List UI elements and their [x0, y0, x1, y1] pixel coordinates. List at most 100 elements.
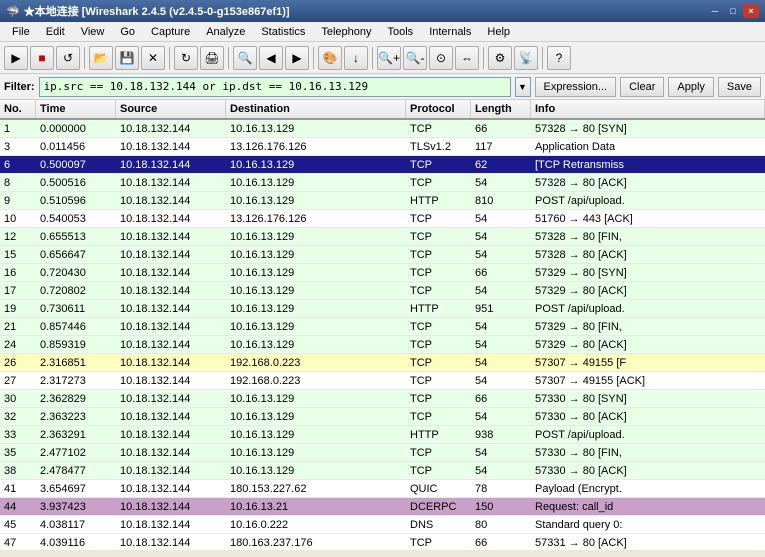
- table-row[interactable]: 413.65469710.18.132.144180.153.227.62QUI…: [0, 480, 765, 498]
- menu-item-view[interactable]: View: [73, 24, 113, 40]
- packet-info: POST /api/upload.: [531, 300, 765, 317]
- packet-source: 10.18.132.144: [116, 192, 226, 209]
- start-capture-button[interactable]: ▶: [4, 46, 28, 70]
- resize-columns-button[interactable]: ⇔: [455, 46, 479, 70]
- restart-capture-button[interactable]: ↺: [56, 46, 80, 70]
- packet-no: 45: [0, 516, 36, 533]
- close-file-button[interactable]: ✕: [141, 46, 165, 70]
- table-row[interactable]: 302.36282910.18.132.14410.16.13.129TCP66…: [0, 390, 765, 408]
- packet-time: 2.363291: [36, 426, 116, 443]
- save-filter-button[interactable]: Save: [718, 77, 761, 97]
- packet-info: Application Data: [531, 138, 765, 155]
- menu-item-telephony[interactable]: Telephony: [313, 24, 379, 40]
- table-row[interactable]: 190.73061110.18.132.14410.16.13.129HTTP9…: [0, 300, 765, 318]
- go-forward-button[interactable]: ▶: [285, 46, 309, 70]
- packet-destination: 10.16.13.129: [226, 408, 406, 425]
- table-row[interactable]: 60.50009710.18.132.14410.16.13.129TCP62[…: [0, 156, 765, 174]
- toolbar-separator-2: [169, 47, 170, 69]
- packet-length: 54: [471, 174, 531, 191]
- table-row[interactable]: 352.47710210.18.132.14410.16.13.129TCP54…: [0, 444, 765, 462]
- table-row[interactable]: 262.31685110.18.132.144192.168.0.223TCP5…: [0, 354, 765, 372]
- table-row[interactable]: 170.72080210.18.132.14410.16.13.129TCP54…: [0, 282, 765, 300]
- packet-destination: 10.16.13.129: [226, 156, 406, 173]
- toolbar-separator-5: [372, 47, 373, 69]
- table-row[interactable]: 332.36329110.18.132.14410.16.13.129HTTP9…: [0, 426, 765, 444]
- packet-time: 2.362829: [36, 390, 116, 407]
- col-header-length: Length: [471, 100, 531, 118]
- packet-info: 57328 → 80 [FIN,: [531, 228, 765, 245]
- menu-item-tools[interactable]: Tools: [380, 24, 422, 40]
- table-row[interactable]: 210.85744610.18.132.14410.16.13.129TCP54…: [0, 318, 765, 336]
- table-row[interactable]: 100.54005310.18.132.14413.126.176.126TCP…: [0, 210, 765, 228]
- zoom-out-button[interactable]: 🔍-: [403, 46, 427, 70]
- clear-button[interactable]: Clear: [620, 77, 664, 97]
- table-row[interactable]: 120.65551310.18.132.14410.16.13.129TCP54…: [0, 228, 765, 246]
- table-row[interactable]: 80.50051610.18.132.14410.16.13.129TCP545…: [0, 174, 765, 192]
- packet-protocol: TCP: [406, 120, 471, 137]
- menu-item-capture[interactable]: Capture: [143, 24, 198, 40]
- close-button[interactable]: ×: [743, 4, 759, 18]
- packet-time: 0.540053: [36, 210, 116, 227]
- table-row[interactable]: 382.47847710.18.132.14410.16.13.129TCP54…: [0, 462, 765, 480]
- packet-time: 2.478477: [36, 462, 116, 479]
- table-row[interactable]: 10.00000010.18.132.14410.16.13.129TCP665…: [0, 120, 765, 138]
- packet-source: 10.18.132.144: [116, 156, 226, 173]
- packet-destination: 10.16.13.21: [226, 498, 406, 515]
- save-button[interactable]: 💾: [115, 46, 139, 70]
- table-row[interactable]: 240.85931910.18.132.14410.16.13.129TCP54…: [0, 336, 765, 354]
- colorize-button[interactable]: 🎨: [318, 46, 342, 70]
- packet-protocol: QUIC: [406, 480, 471, 497]
- table-row[interactable]: 272.31727310.18.132.144192.168.0.223TCP5…: [0, 372, 765, 390]
- capture-interfaces-button[interactable]: 📡: [514, 46, 538, 70]
- packet-info: 57328 → 80 [ACK]: [531, 174, 765, 191]
- go-back-button[interactable]: ◀: [259, 46, 283, 70]
- filter-input[interactable]: [39, 77, 511, 97]
- table-row[interactable]: 322.36322310.18.132.14410.16.13.129TCP54…: [0, 408, 765, 426]
- capture-options-button[interactable]: ⚙: [488, 46, 512, 70]
- packet-info: 57329 → 80 [FIN,: [531, 318, 765, 335]
- packet-destination: 13.126.176.126: [226, 138, 406, 155]
- apply-button[interactable]: Apply: [668, 77, 714, 97]
- packet-protocol: TCP: [406, 462, 471, 479]
- menu-item-analyze[interactable]: Analyze: [198, 24, 253, 40]
- packet-time: 0.857446: [36, 318, 116, 335]
- packet-destination: 10.16.13.129: [226, 336, 406, 353]
- find-button[interactable]: 🔍: [233, 46, 257, 70]
- open-button[interactable]: 📂: [89, 46, 113, 70]
- table-row[interactable]: 150.65664710.18.132.14410.16.13.129TCP54…: [0, 246, 765, 264]
- table-row[interactable]: 474.03911610.18.132.144180.163.237.176TC…: [0, 534, 765, 550]
- packet-info: 57328 → 80 [SYN]: [531, 120, 765, 137]
- packet-no: 41: [0, 480, 36, 497]
- packet-protocol: TCP: [406, 390, 471, 407]
- table-row[interactable]: 160.72043010.18.132.14410.16.13.129TCP66…: [0, 264, 765, 282]
- packet-source: 10.18.132.144: [116, 372, 226, 389]
- minimize-button[interactable]: ─: [707, 4, 723, 18]
- help-button[interactable]: ?: [547, 46, 571, 70]
- menu-item-statistics[interactable]: Statistics: [253, 24, 313, 40]
- menu-item-edit[interactable]: Edit: [38, 24, 73, 40]
- menu-item-go[interactable]: Go: [112, 24, 143, 40]
- table-row[interactable]: 454.03811710.18.132.14410.16.0.222DNS80S…: [0, 516, 765, 534]
- table-row[interactable]: 30.01145610.18.132.14413.126.176.126TLSv…: [0, 138, 765, 156]
- table-row[interactable]: 90.51059610.18.132.14410.16.13.129HTTP81…: [0, 192, 765, 210]
- packet-info: Payload (Encrypt.: [531, 480, 765, 497]
- menu-item-help[interactable]: Help: [479, 24, 518, 40]
- reload-button[interactable]: ↻: [174, 46, 198, 70]
- filter-dropdown-button[interactable]: ▼: [515, 77, 531, 97]
- print-button[interactable]: 🖨: [200, 46, 224, 70]
- packet-rows: 10.00000010.18.132.14410.16.13.129TCP665…: [0, 120, 765, 550]
- zoom-in-button[interactable]: 🔍+: [377, 46, 401, 70]
- packet-info: 57307 → 49155 [ACK]: [531, 372, 765, 389]
- expression-button[interactable]: Expression...: [535, 77, 617, 97]
- menu-item-file[interactable]: File: [4, 24, 38, 40]
- autoscroll-button[interactable]: ↓: [344, 46, 368, 70]
- packet-no: 8: [0, 174, 36, 191]
- maximize-button[interactable]: □: [725, 4, 741, 18]
- packet-info: 57328 → 80 [ACK]: [531, 246, 765, 263]
- menu-item-internals[interactable]: Internals: [421, 24, 479, 40]
- table-row[interactable]: 443.93742310.18.132.14410.16.13.21DCERPC…: [0, 498, 765, 516]
- stop-capture-button[interactable]: ■: [30, 46, 54, 70]
- zoom-normal-button[interactable]: ⊙: [429, 46, 453, 70]
- packet-source: 10.18.132.144: [116, 228, 226, 245]
- packet-destination: 10.16.13.129: [226, 318, 406, 335]
